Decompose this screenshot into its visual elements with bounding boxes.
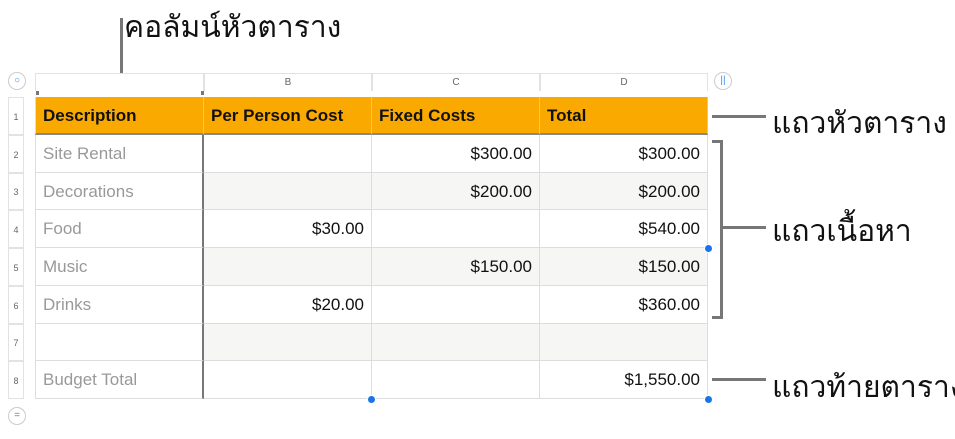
table-cell[interactable]: Music [35,248,204,286]
row-header[interactable]: 7 [8,324,24,361]
select-table-button[interactable]: ○ [8,72,26,90]
table-header-cell[interactable]: Description [35,97,204,135]
table-cell[interactable]: $200.00 [540,173,708,210]
add-row-button[interactable]: = [8,407,26,425]
footer-cell[interactable]: Budget Total [35,361,204,399]
table-header-cell[interactable]: Fixed Costs [372,97,540,135]
table-cell[interactable]: Decorations [35,173,204,210]
footer-cell[interactable]: $1,550.00 [540,361,708,399]
table-cell[interactable]: $150.00 [540,248,708,286]
footer-cell[interactable] [372,361,540,399]
table-cell[interactable] [372,210,540,248]
table-cell[interactable]: Site Rental [35,135,204,173]
annotation-line [712,378,766,381]
column-header[interactable]: C [372,73,540,91]
row-header[interactable]: 6 [8,286,24,324]
body-rows-annotation: แถวเนื้อหา [772,215,912,248]
footer-cell[interactable] [204,361,372,399]
table-cell[interactable] [204,135,372,173]
table-cell[interactable]: Food [35,210,204,248]
row-header[interactable]: 5 [8,248,24,286]
annotation-line [722,226,766,229]
header-column-annotation: คอลัมน์หัวตาราง [124,11,342,44]
table-header-cell[interactable]: Total [540,97,708,135]
footer-row-annotation: แถวท้ายตาราง [772,371,955,404]
table-cell[interactable]: Drinks [35,286,204,324]
table-cell[interactable]: $30.00 [204,210,372,248]
column-header[interactable] [35,73,204,91]
resize-handle[interactable] [367,395,376,404]
row-header[interactable]: 4 [8,210,24,248]
table-cell[interactable]: $150.00 [372,248,540,286]
header-row-annotation: แถวหัวตาราง [772,107,947,140]
add-column-button[interactable]: || [714,72,732,90]
table-header-cell[interactable]: Per Person Cost [204,97,372,135]
table-cell[interactable]: $300.00 [372,135,540,173]
resize-handle[interactable] [704,395,713,404]
table-cell[interactable]: $200.00 [372,173,540,210]
column-header[interactable]: B [204,73,372,91]
table-cell[interactable] [372,286,540,324]
table-cell[interactable]: $360.00 [540,286,708,324]
table-cell[interactable] [204,248,372,286]
table-cell[interactable] [540,324,708,361]
table-cell[interactable]: $20.00 [204,286,372,324]
table-cell[interactable] [204,324,372,361]
annotation-bracket [720,140,723,319]
table-cell[interactable]: $300.00 [540,135,708,173]
row-header[interactable]: 8 [8,361,24,399]
column-header[interactable]: D [540,73,708,91]
row-header[interactable]: 1 [8,97,24,135]
table-cell[interactable] [372,324,540,361]
resize-handle[interactable] [704,244,713,253]
row-header[interactable]: 3 [8,173,24,210]
row-header[interactable]: 2 [8,135,24,173]
annotation-line [712,115,766,118]
table-cell[interactable]: $540.00 [540,210,708,248]
table-cell[interactable] [204,173,372,210]
table-cell[interactable] [35,324,204,361]
